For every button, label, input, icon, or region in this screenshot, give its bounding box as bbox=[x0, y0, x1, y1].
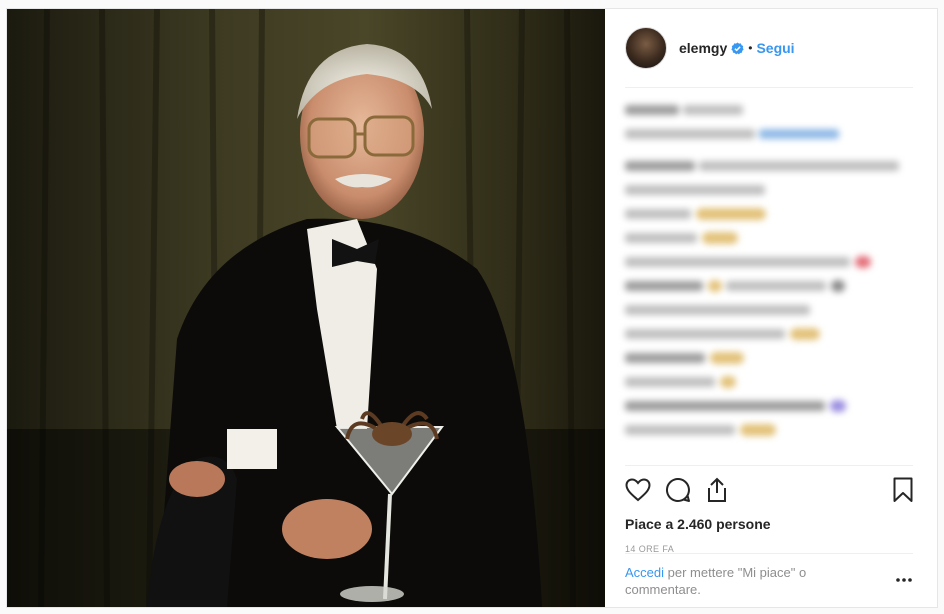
username[interactable]: elemgy bbox=[679, 40, 727, 56]
more-options-icon[interactable] bbox=[895, 570, 913, 598]
instagram-post: elemgy • Segui Piace a 2.460 persone 14 … bbox=[6, 8, 938, 608]
save-button[interactable] bbox=[873, 472, 913, 512]
post-actions: Piace a 2.460 persone 14 ORE FA bbox=[625, 465, 913, 554]
login-prompt: Accedi per mettere "Mi piace" o commenta… bbox=[625, 553, 913, 598]
post-sidebar: elemgy • Segui Piace a 2.460 persone 14 … bbox=[605, 9, 937, 607]
avatar[interactable] bbox=[625, 27, 667, 69]
verified-badge-icon bbox=[731, 41, 744, 55]
comment-button[interactable] bbox=[665, 472, 705, 512]
bookmark-icon bbox=[893, 477, 913, 508]
separator-dot: • bbox=[748, 41, 753, 55]
comment-icon bbox=[665, 477, 691, 508]
post-image[interactable] bbox=[7, 9, 605, 607]
share-button[interactable] bbox=[705, 472, 745, 512]
follow-button[interactable]: Segui bbox=[756, 40, 794, 56]
post-header: elemgy • Segui bbox=[625, 9, 913, 88]
comments-list-blurred bbox=[625, 101, 913, 461]
likes-count[interactable]: Piace a 2.460 persone bbox=[625, 516, 913, 532]
like-button[interactable] bbox=[625, 472, 665, 512]
share-icon bbox=[705, 477, 729, 508]
heart-icon bbox=[625, 477, 651, 507]
login-link[interactable]: Accedi bbox=[625, 565, 664, 580]
